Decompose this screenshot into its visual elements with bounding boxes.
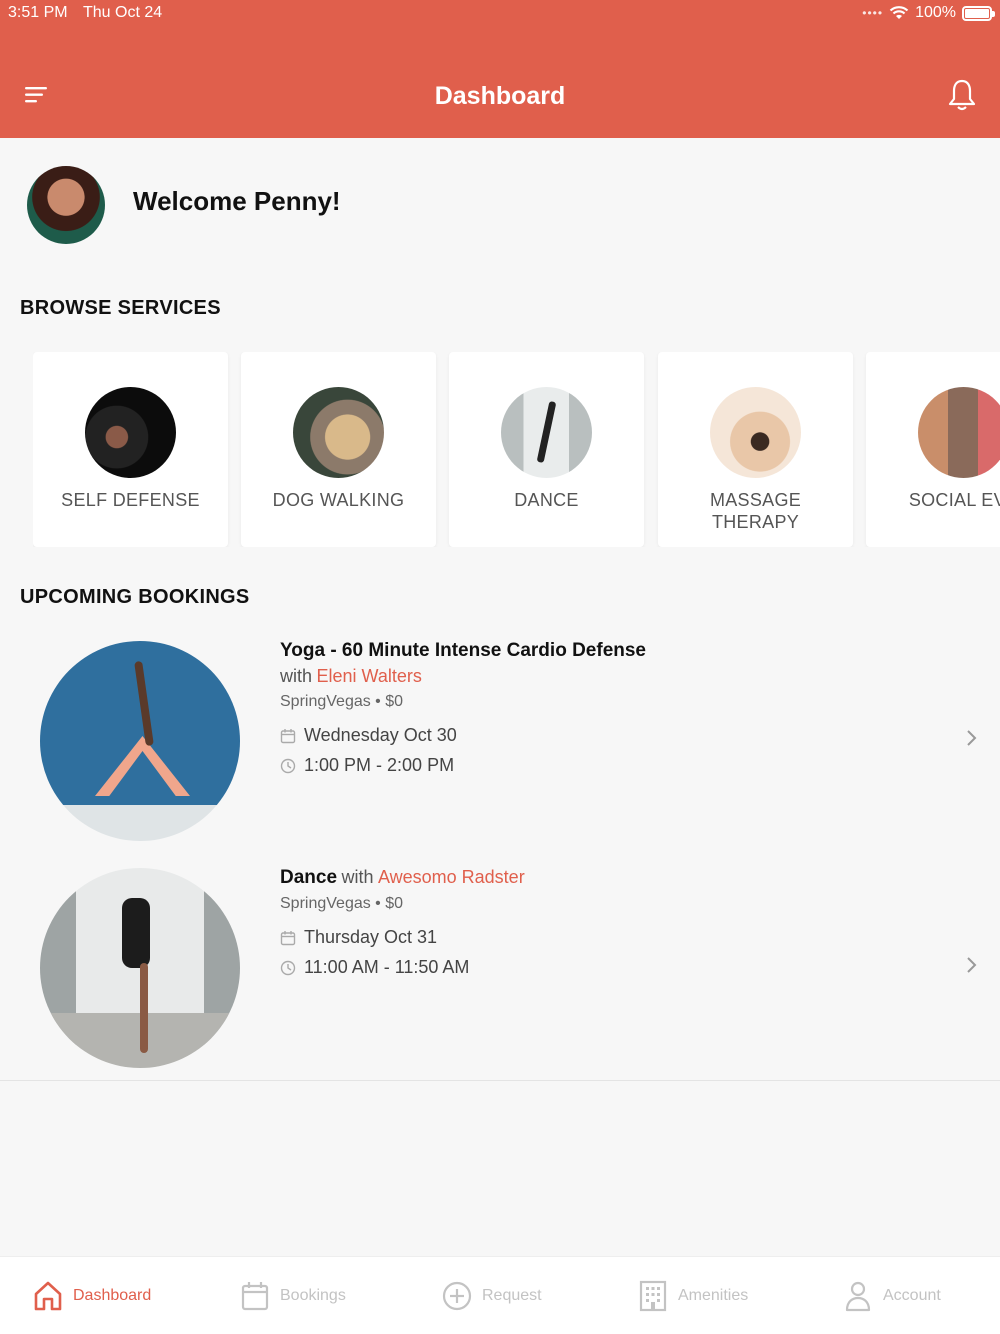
service-label: SELF DEFENSE <box>61 490 200 510</box>
booking-time: 11:00 AM - 11:50 AM <box>304 957 470 977</box>
booking-with-label: with <box>280 666 313 686</box>
tab-label: Bookings <box>280 1287 346 1304</box>
status-date: Thu Oct 24 <box>83 4 163 21</box>
booking-location-price: SpringVegas • $0 <box>280 693 404 710</box>
service-card-self-defense[interactable]: SELF DEFENSE <box>33 352 228 547</box>
plus-circle-icon <box>442 1281 472 1311</box>
content-divider <box>0 1080 1000 1081</box>
tab-account[interactable]: Account <box>843 1279 941 1313</box>
yoga-booking-image <box>40 641 240 841</box>
notifications-button[interactable] <box>946 78 978 112</box>
top-header: 3:51 PM Thu Oct 24 •••• 100% Dashboard <box>0 0 1000 138</box>
service-card-dance[interactable]: DANCE <box>449 352 644 547</box>
tab-request[interactable]: Request <box>442 1279 542 1313</box>
booking-info: Dance with Awesomo Radster SpringVegas •… <box>280 865 920 978</box>
building-icon <box>639 1280 667 1312</box>
tab-label: Dashboard <box>73 1287 152 1304</box>
tab-dashboard[interactable]: Dashboard <box>33 1279 151 1313</box>
calendar-icon <box>241 1282 269 1311</box>
service-label: DANCE <box>514 490 579 510</box>
service-label: SOCIAL EVE <box>908 490 1000 510</box>
battery-percent: 100% <box>915 4 956 21</box>
dance-image <box>501 387 592 478</box>
bell-icon <box>948 79 976 111</box>
self-defense-image <box>85 387 176 478</box>
service-card-massage-therapy[interactable]: MASSAGE THERAPY <box>658 352 853 547</box>
booking-title: Dance <box>280 867 338 888</box>
booking-row[interactable]: Dance with Awesomo Radster SpringVegas •… <box>0 865 1000 1071</box>
dance-booking-image <box>40 868 240 1068</box>
massage-therapy-image <box>710 387 801 478</box>
battery-icon <box>962 5 995 21</box>
tab-amenities[interactable]: Amenities <box>638 1279 748 1313</box>
tab-bookings[interactable]: Bookings <box>240 1279 346 1313</box>
service-label: DOG WALKING <box>272 490 405 510</box>
social-events-image <box>918 387 1000 478</box>
booking-location-price: SpringVegas • $0 <box>280 895 404 912</box>
booking-with-label: with <box>341 867 374 887</box>
booking-date: Wednesday Oct 30 <box>304 725 457 745</box>
service-label: MASSAGE THERAPY <box>709 490 802 532</box>
home-icon <box>34 1281 62 1311</box>
tab-label: Amenities <box>678 1287 749 1304</box>
booking-info: Yoga - 60 Minute Intense Cardio Defense … <box>280 638 920 776</box>
welcome-text: Welcome Penny! <box>133 186 341 216</box>
status-time: 3:51 PM <box>8 4 68 21</box>
calendar-icon <box>280 728 296 743</box>
instructor-link[interactable]: Eleni Walters <box>316 666 421 686</box>
tab-label: Request <box>482 1287 542 1304</box>
booking-time: 1:00 PM - 2:00 PM <box>304 755 455 775</box>
wifi-icon <box>889 6 909 19</box>
booking-title: Yoga - 60 Minute Intense Cardio Defense <box>280 640 647 661</box>
avatar[interactable] <box>27 166 105 244</box>
services-carousel[interactable]: SELF DEFENSE DOG WALKING DANCE MASSAGE T… <box>33 352 1000 547</box>
tab-label: Account <box>883 1287 941 1304</box>
chevron-right-icon[interactable] <box>964 955 978 975</box>
calendar-icon <box>280 930 296 945</box>
status-right: •••• 100% <box>862 4 995 22</box>
booking-row[interactable]: Yoga - 60 Minute Intense Cardio Defense … <box>0 638 1000 844</box>
service-card-dog-walking[interactable]: DOG WALKING <box>241 352 436 547</box>
browse-services-heading: BROWSE SERVICES <box>20 297 221 319</box>
upcoming-bookings-heading: UPCOMING BOOKINGS <box>20 586 250 608</box>
instructor-link[interactable]: Awesomo Radster <box>378 867 525 887</box>
booking-date: Thursday Oct 31 <box>304 927 438 947</box>
status-bar: 3:51 PM Thu Oct 24 •••• 100% <box>8 4 995 24</box>
service-card-social-events[interactable]: SOCIAL EVE <box>866 352 1000 547</box>
signal-dots-icon: •••• <box>862 6 884 20</box>
page-title: Dashboard <box>434 82 566 110</box>
chevron-right-icon[interactable] <box>964 728 978 748</box>
bottom-tab-bar: Dashboard Bookings Request Amenities Acc… <box>0 1256 1000 1334</box>
dog-walking-image <box>293 387 384 478</box>
clock-icon <box>280 758 296 773</box>
person-icon <box>845 1281 871 1312</box>
clock-icon <box>280 960 296 975</box>
